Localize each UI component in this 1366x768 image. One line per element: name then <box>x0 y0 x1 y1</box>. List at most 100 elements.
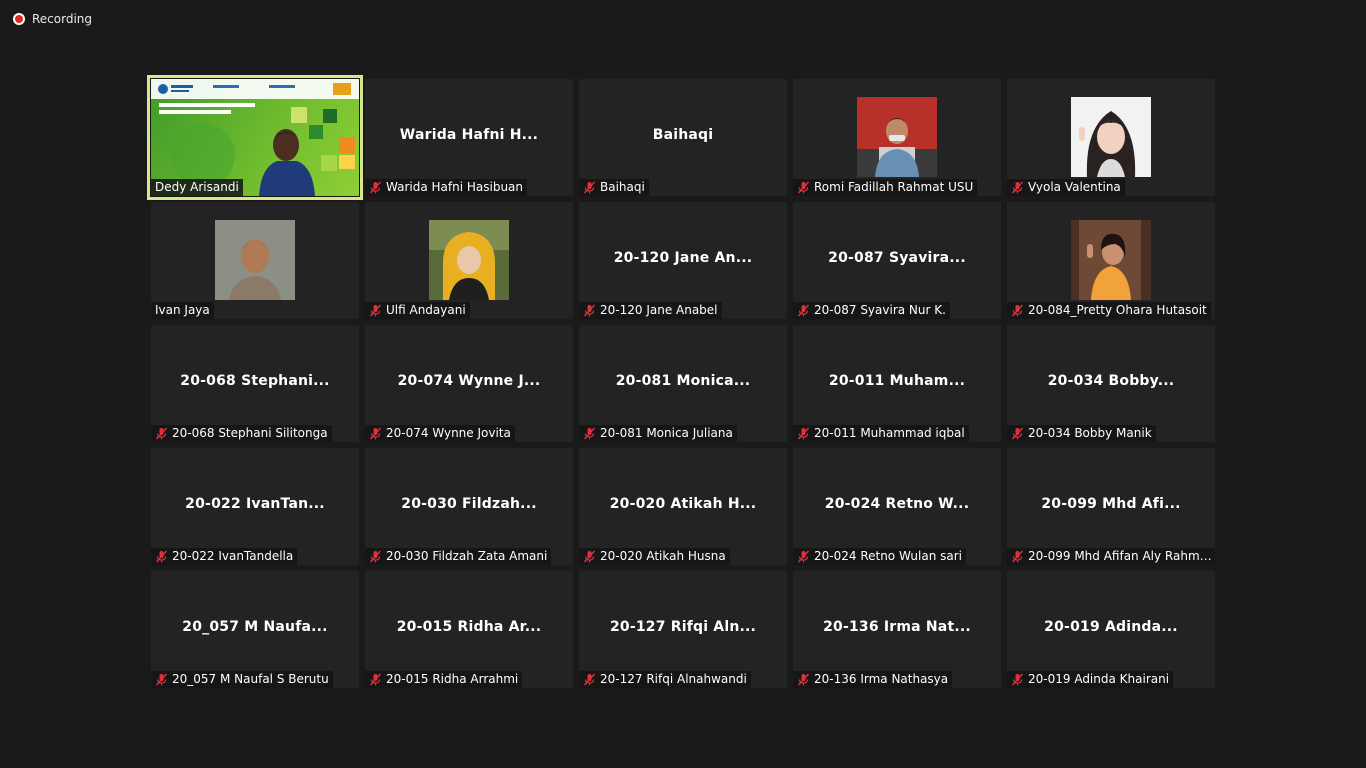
participant-tile[interactable]: 20-020 Atikah H... 20-020 Atikah Husna <box>579 448 787 565</box>
mic-muted-icon <box>369 181 382 194</box>
participant-name-label: 20-024 Retno Wulan sari <box>793 548 966 565</box>
mic-muted-icon <box>369 550 382 563</box>
participant-tile[interactable]: Baihaqi Baihaqi <box>579 79 787 196</box>
participant-name: 20-084_Pretty Ohara Hutasoit <box>1028 303 1207 317</box>
profile-photo <box>1071 97 1151 177</box>
participant-name: 20-019 Adinda Khairani <box>1028 672 1170 686</box>
participant-display-name: 20-136 Irma Nat... <box>823 619 971 635</box>
participant-tile[interactable]: 20-011 Muham... 20-011 Muhammad iqbal <box>793 325 1001 442</box>
participant-tile[interactable]: 20-022 IvanTan... 20-022 IvanTandella <box>151 448 359 565</box>
participant-name: 20-034 Bobby Manik <box>1028 426 1152 440</box>
participant-name-label: 20-127 Rifqi Alnahwandi <box>579 671 751 688</box>
participant-tile[interactable]: 20-015 Ridha Ar... 20-015 Ridha Arrahmi <box>365 571 573 688</box>
participant-tile[interactable]: 20_057 M Naufa... 20_057 M Naufal S Beru… <box>151 571 359 688</box>
participant-name: Ivan Jaya <box>155 303 210 317</box>
participant-display-name: 20-068 Stephani... <box>180 373 330 389</box>
mic-muted-icon <box>369 427 382 440</box>
participant-name-label: Baihaqi <box>579 179 649 196</box>
profile-photo <box>215 220 295 300</box>
participant-name-label: 20-084_Pretty Ohara Hutasoit <box>1007 302 1211 319</box>
participant-tile[interactable]: 20-120 Jane An... 20-120 Jane Anabel <box>579 202 787 319</box>
participant-display-name: 20-074 Wynne J... <box>397 373 541 389</box>
recording-label: Recording <box>32 12 93 26</box>
mic-muted-icon <box>797 304 810 317</box>
participant-name-label: 20-019 Adinda Khairani <box>1007 671 1174 688</box>
participant-name: Romi Fadillah Rahmat USU <box>814 180 974 194</box>
profile-photo <box>1071 220 1151 300</box>
mic-muted-icon <box>155 427 168 440</box>
mic-muted-icon <box>1011 673 1024 686</box>
participant-tile[interactable]: Dedy Arisandi <box>147 75 363 200</box>
mic-muted-icon <box>797 673 810 686</box>
participant-display-name: 20-024 Retno W... <box>824 496 970 512</box>
participant-name: 20_057 M Naufal S Berutu <box>172 672 329 686</box>
mic-muted-icon <box>583 304 596 317</box>
mic-muted-icon <box>369 673 382 686</box>
participant-name: 20-011 Muhammad iqbal <box>814 426 965 440</box>
participant-tile[interactable]: Warida Hafni H... Warida Hafni Hasibuan <box>365 79 573 196</box>
participant-name-label: 20-011 Muhammad iqbal <box>793 425 969 442</box>
participant-tile[interactable]: Romi Fadillah Rahmat USU <box>793 79 1001 196</box>
mic-muted-icon <box>1011 427 1024 440</box>
participant-tile[interactable]: 20-081 Monica... 20-081 Monica Juliana <box>579 325 787 442</box>
participant-name-label: Warida Hafni Hasibuan <box>365 179 528 196</box>
participant-tile[interactable]: Ulfi Andayani <box>365 202 573 319</box>
participant-display-name: Warida Hafni H... <box>399 127 539 143</box>
participant-tile[interactable]: 20-099 Mhd Afi... 20-099 Mhd Afifan Aly … <box>1007 448 1215 565</box>
participant-name-label: 20-030 Fildzah Zata Amani <box>365 548 552 565</box>
gallery-grid: Dedy Arisandi Warida Hafni H... Warida H… <box>147 75 1215 688</box>
mic-muted-icon <box>1011 550 1024 563</box>
participant-name: Dedy Arisandi <box>155 180 239 194</box>
participant-name: 20-022 IvanTandella <box>172 549 294 563</box>
participant-tile[interactable]: 20-068 Stephani... 20-068 Stephani Silit… <box>151 325 359 442</box>
participant-name-label: 20-015 Ridha Arrahmi <box>365 671 523 688</box>
participant-name: 20-030 Fildzah Zata Amani <box>386 549 548 563</box>
record-icon <box>13 13 25 25</box>
mic-muted-icon <box>1011 181 1024 194</box>
participant-tile[interactable]: Vyola Valentina <box>1007 79 1215 196</box>
participant-display-name: 20-034 Bobby... <box>1047 373 1175 389</box>
participant-name: 20-120 Jane Anabel <box>600 303 718 317</box>
participant-name-label: 20-068 Stephani Silitonga <box>151 425 332 442</box>
participant-tile[interactable]: 20-087 Syavira... 20-087 Syavira Nur K. <box>793 202 1001 319</box>
participant-name: 20-136 Irma Nathasya <box>814 672 949 686</box>
participant-display-name: 20-127 Rifqi Aln... <box>609 619 757 635</box>
mic-muted-icon <box>155 673 168 686</box>
participant-name: Ulfi Andayani <box>386 303 466 317</box>
participant-tile[interactable]: 20-084_Pretty Ohara Hutasoit <box>1007 202 1215 319</box>
mic-muted-icon <box>155 550 168 563</box>
mic-muted-icon <box>797 181 810 194</box>
participant-name: 20-081 Monica Juliana <box>600 426 733 440</box>
mic-muted-icon <box>1011 304 1024 317</box>
mic-muted-icon <box>797 427 810 440</box>
participant-display-name: 20-020 Atikah H... <box>609 496 757 512</box>
recording-indicator[interactable]: Recording <box>13 12 92 26</box>
mic-muted-icon <box>797 550 810 563</box>
participant-tile[interactable]: 20-030 Fildzah... 20-030 Fildzah Zata Am… <box>365 448 573 565</box>
participant-tile[interactable]: 20-019 Adinda... 20-019 Adinda Khairani <box>1007 571 1215 688</box>
participant-name-label: 20-020 Atikah Husna <box>579 548 730 565</box>
participant-tile[interactable]: 20-127 Rifqi Aln... 20-127 Rifqi Alnahwa… <box>579 571 787 688</box>
mic-muted-icon <box>369 304 382 317</box>
participant-tile[interactable]: 20-034 Bobby... 20-034 Bobby Manik <box>1007 325 1215 442</box>
participant-tile[interactable]: Ivan Jaya <box>151 202 359 319</box>
participant-name: 20-099 Mhd Afifan Aly Rahma... <box>1028 549 1215 563</box>
participant-display-name: Baihaqi <box>652 127 714 143</box>
participant-name: 20-068 Stephani Silitonga <box>172 426 328 440</box>
participant-tile[interactable]: 20-136 Irma Nat... 20-136 Irma Nathasya <box>793 571 1001 688</box>
participant-display-name: 20-019 Adinda... <box>1044 619 1178 635</box>
participant-display-name: 20-099 Mhd Afi... <box>1041 496 1181 512</box>
participant-name-label: 20-034 Bobby Manik <box>1007 425 1156 442</box>
participant-name: Warida Hafni Hasibuan <box>386 180 524 194</box>
participant-name: 20-087 Syavira Nur K. <box>814 303 946 317</box>
participant-display-name: 20-011 Muham... <box>828 373 966 389</box>
participant-name-label: 20-120 Jane Anabel <box>579 302 722 319</box>
participant-tile[interactable]: 20-074 Wynne J... 20-074 Wynne Jovita <box>365 325 573 442</box>
participant-name: 20-127 Rifqi Alnahwandi <box>600 672 747 686</box>
participant-name: 20-074 Wynne Jovita <box>386 426 511 440</box>
participant-display-name: 20-120 Jane An... <box>613 250 753 266</box>
participant-name-label: 20-022 IvanTandella <box>151 548 298 565</box>
participant-tile[interactable]: 20-024 Retno W... 20-024 Retno Wulan sar… <box>793 448 1001 565</box>
participant-display-name: 20_057 M Naufa... <box>182 619 328 635</box>
participant-name-label: 20-087 Syavira Nur K. <box>793 302 950 319</box>
